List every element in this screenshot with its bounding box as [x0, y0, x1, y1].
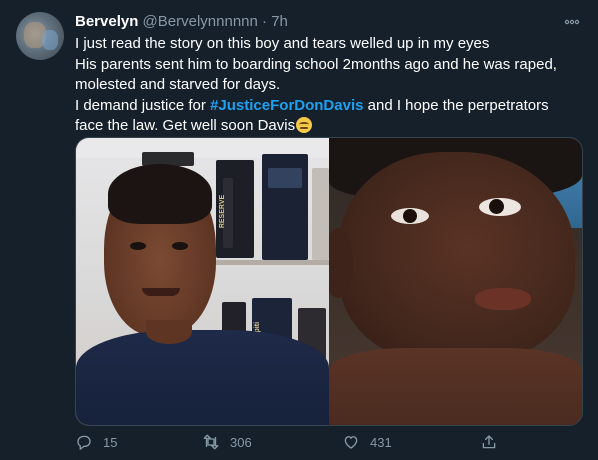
- like-icon: [344, 436, 358, 449]
- tweet-line-3: I demand justice for #JusticeForDonDavis…: [75, 96, 580, 137]
- timestamp[interactable]: 7h: [271, 13, 288, 30]
- share-button[interactable]: [480, 430, 498, 454]
- tweet[interactable]: Bervelyn @Bervelynnnnnn · 7h I just read…: [0, 0, 598, 460]
- retweet-icon: [203, 434, 219, 450]
- tweet-actions: 15 306 431: [75, 430, 498, 454]
- reply-count: 15: [103, 434, 118, 450]
- reply-icon: [77, 435, 91, 450]
- tweet-line-2: His parents sent him to boarding school …: [75, 55, 557, 94]
- tweet-media[interactable]: RESERVE Sapiti: [75, 137, 583, 426]
- avatar[interactable]: [16, 12, 64, 60]
- display-name[interactable]: Bervelyn: [75, 13, 138, 30]
- like-count: 431: [370, 434, 392, 450]
- face-emoji-icon: [296, 117, 313, 133]
- share-icon: [482, 435, 496, 449]
- bottle-label-1: RESERVE: [219, 194, 227, 229]
- reply-button[interactable]: 15: [75, 430, 117, 454]
- tweet-line-3-start: I demand justice for: [75, 96, 211, 114]
- tweet-header: Bervelyn @Bervelynnnnnn · 7h: [75, 12, 288, 32]
- retweet-button[interactable]: 306: [202, 430, 252, 454]
- more-icon[interactable]: [562, 12, 582, 32]
- tweet-line-1: I just read the story on this boy and te…: [75, 35, 490, 52]
- separator: ·: [262, 13, 268, 30]
- user-handle[interactable]: @Bervelynnnnnn: [143, 13, 258, 30]
- tweet-text: I just read the story on this boy and te…: [75, 34, 580, 137]
- like-button[interactable]: 431: [342, 430, 392, 454]
- boy-injured-photo[interactable]: [329, 138, 582, 425]
- boy-smiling-photo[interactable]: RESERVE Sapiti: [76, 138, 329, 425]
- retweet-count: 306: [230, 434, 252, 450]
- hashtag-link[interactable]: #JusticeForDonDavis: [210, 97, 363, 114]
